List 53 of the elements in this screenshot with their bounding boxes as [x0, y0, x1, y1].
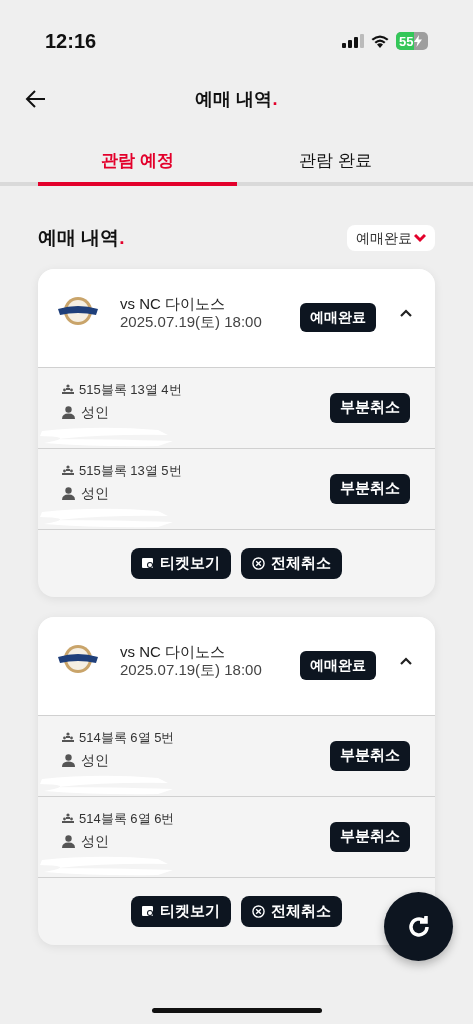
ticket-type: 성인 — [81, 484, 109, 503]
view-ticket-button[interactable]: 티켓보기 — [131, 547, 231, 579]
collapse-button[interactable] — [400, 656, 412, 665]
cancel-all-button[interactable]: 전체취소 — [241, 547, 342, 579]
partial-cancel-button[interactable]: 부분취소 — [330, 740, 410, 771]
game-datetime: 2025.07.19(토) 18:00 — [120, 312, 263, 331]
opponent-name: vs NC 다이노스 — [120, 294, 226, 313]
person-icon — [62, 754, 75, 767]
person-icon — [62, 487, 75, 500]
partial-cancel-button[interactable]: 부분취소 — [330, 473, 410, 504]
seat-icon — [62, 464, 74, 476]
cancel-all-button[interactable]: 전체취소 — [241, 895, 342, 927]
collapse-button[interactable] — [400, 308, 412, 317]
back-arrow-icon — [25, 88, 47, 110]
close-circle-icon — [252, 904, 265, 918]
ticket-type: 성인 — [81, 751, 109, 770]
close-circle-icon — [252, 556, 265, 570]
person-icon — [62, 406, 75, 419]
seat-label: 515블록 13열 5번 — [79, 461, 182, 480]
ticket-type: 성인 — [81, 403, 109, 422]
team-logo-icon — [56, 294, 100, 327]
seat-icon — [62, 812, 74, 824]
chevron-up-icon — [400, 656, 412, 665]
seat-label: 515블록 13열 4번 — [79, 380, 182, 399]
seat-icon — [62, 731, 74, 743]
person-icon — [62, 835, 75, 848]
status-filter-dropdown[interactable]: 예매완료 — [347, 225, 435, 252]
status-time: 12:16 — [45, 29, 97, 54]
partial-cancel-button[interactable]: 부분취소 — [330, 821, 410, 852]
refresh-button[interactable] — [384, 892, 453, 961]
seat-icon — [62, 383, 74, 395]
opponent-name: vs NC 다이노스 — [120, 642, 226, 661]
tab[interactable]: 관람 완료 — [236, 140, 435, 186]
wifi-icon — [370, 34, 390, 48]
status-badge: 예매완료 — [300, 650, 376, 680]
back-button[interactable] — [25, 88, 47, 110]
ticket-icon — [142, 905, 154, 917]
team-logo-icon — [56, 642, 100, 675]
game-datetime: 2025.07.19(토) 18:00 — [120, 660, 263, 679]
signal-icon — [342, 34, 364, 48]
chevron-up-icon — [400, 308, 412, 317]
section-title: 예매 내역. — [38, 226, 125, 250]
ticket-icon — [142, 557, 154, 569]
battery-indicator: 55 — [396, 32, 428, 50]
chevron-down-icon — [414, 233, 426, 244]
ticket-type: 성인 — [81, 832, 109, 851]
page-title: 예매 내역. — [195, 87, 278, 111]
seat-label: 514블록 6열 6번 — [79, 809, 175, 828]
tab[interactable]: 관람 예정 — [38, 140, 237, 186]
status-badge: 예매완료 — [300, 302, 376, 332]
seat-label: 514블록 6열 5번 — [79, 728, 175, 747]
view-ticket-button[interactable]: 티켓보기 — [131, 895, 231, 927]
partial-cancel-button[interactable]: 부분취소 — [330, 392, 410, 423]
